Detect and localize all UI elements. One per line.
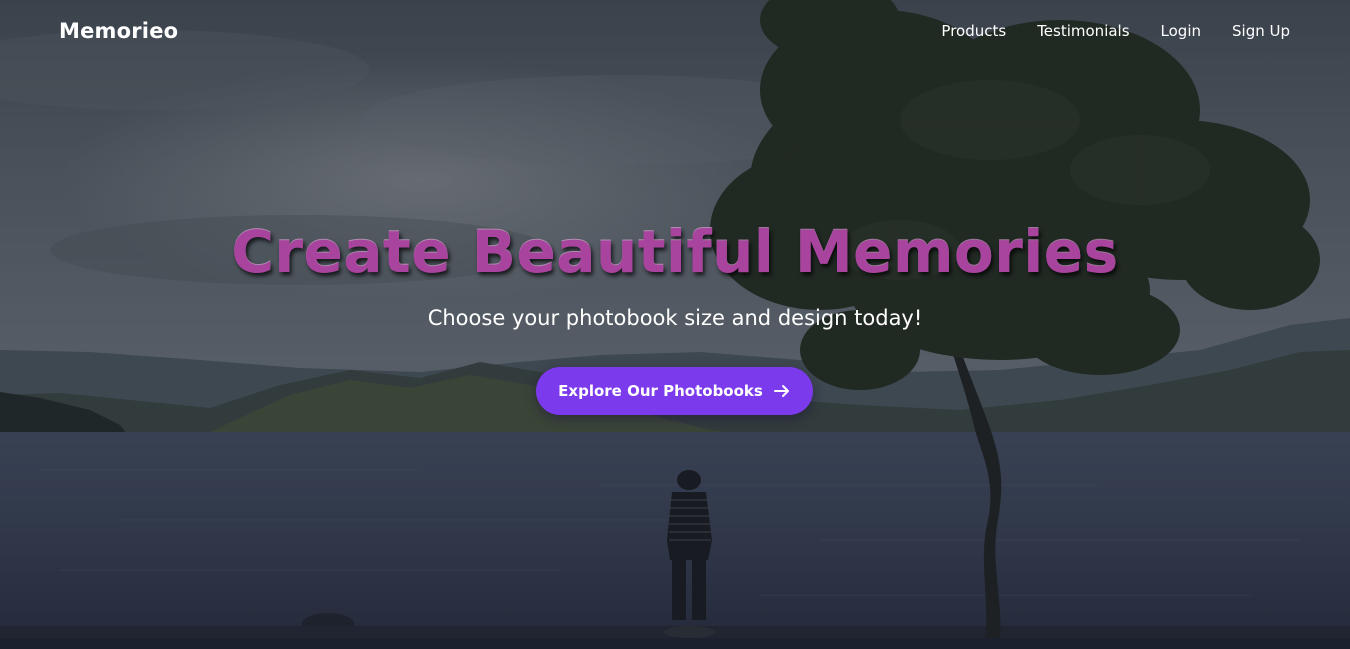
cta-label: Explore Our Photobooks <box>558 382 763 400</box>
landing-page: Memorieo Products Testimonials Login Sig… <box>0 0 1350 649</box>
hero-title: Create Beautiful Memories <box>231 218 1119 286</box>
arrow-right-icon <box>773 382 791 400</box>
hero-subtitle: Choose your photobook size and design to… <box>427 306 923 330</box>
explore-photobooks-button[interactable]: Explore Our Photobooks <box>536 367 813 415</box>
hero-section: Create Beautiful Memories Choose your ph… <box>0 0 1350 640</box>
